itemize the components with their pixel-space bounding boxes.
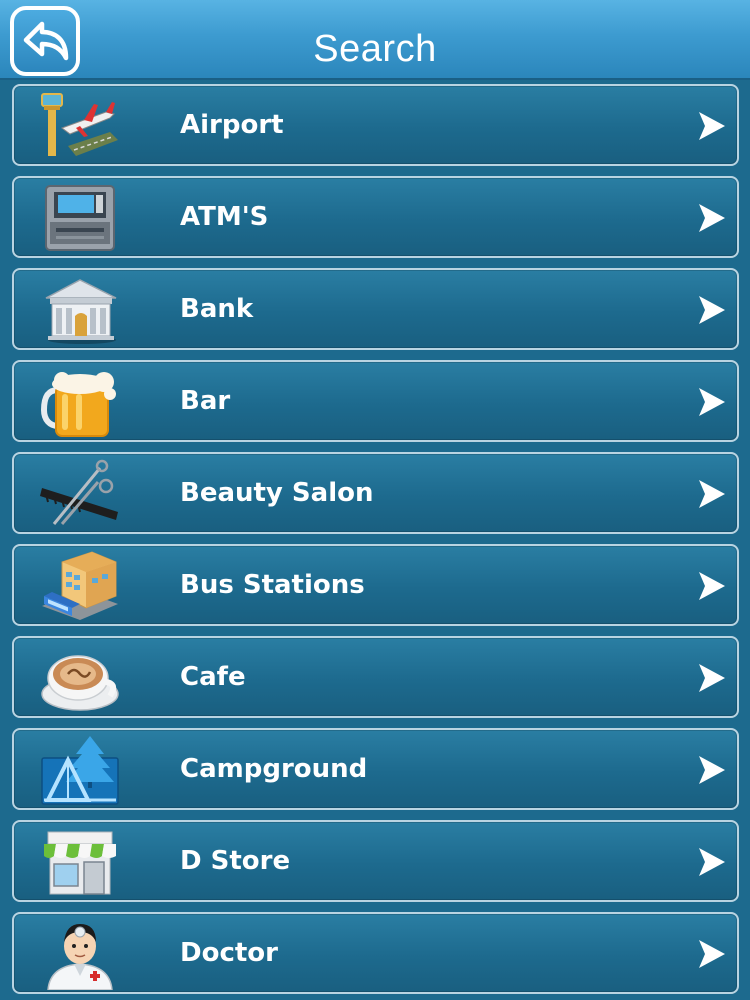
category-row-d-store[interactable]: D Store [12,820,739,902]
doctor-icon [40,918,120,990]
chevron-right-icon [697,846,727,878]
bank-icon [40,274,120,346]
chevron-right-icon [697,202,727,234]
chevron-right-icon [697,386,727,418]
tent-tree-icon [40,734,120,806]
category-label: Campground [180,754,368,784]
category-label: Airport [180,110,284,140]
category-label: Doctor [180,938,278,968]
chevron-right-icon [697,570,727,602]
category-row-bar[interactable]: Bar [12,360,739,442]
beer-mug-icon [40,366,120,438]
chevron-right-icon [697,110,727,142]
category-row-bank[interactable]: Bank [12,268,739,350]
category-row-bus-stations[interactable]: Bus Stations [12,544,739,626]
category-label: D Store [180,846,291,876]
bus-station-icon [40,550,120,622]
page-title: Search [313,28,437,70]
category-label: Beauty Salon [180,478,374,508]
category-label: ATM'S [180,202,269,232]
atm-icon [40,182,120,254]
category-row-beauty-salon[interactable]: Beauty Salon [12,452,739,534]
category-row-airport[interactable]: Airport [12,84,739,166]
store-icon [40,826,120,898]
header-bar: Search [0,0,750,80]
chevron-right-icon [697,662,727,694]
category-label: Bus Stations [180,570,365,600]
chevron-right-icon [697,754,727,786]
category-row-doctor[interactable]: Doctor [12,912,739,994]
comb-scissors-icon [40,458,120,530]
category-label: Bar [180,386,231,416]
chevron-right-icon [697,478,727,510]
category-label: Bank [180,294,254,324]
category-row-cafe[interactable]: Cafe [12,636,739,718]
airport-icon [40,90,120,162]
coffee-cup-icon [40,642,120,714]
chevron-right-icon [697,294,727,326]
category-label: Cafe [180,662,246,692]
category-row-atms[interactable]: ATM'S [12,176,739,258]
chevron-right-icon [697,938,727,970]
category-row-campground[interactable]: Campground [12,728,739,810]
